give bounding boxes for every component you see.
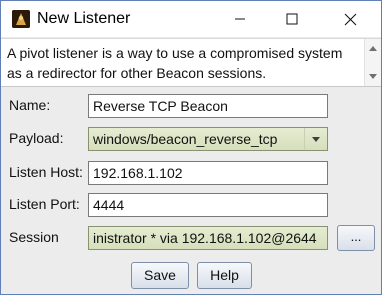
app-icon [12,10,30,28]
payload-select[interactable]: windows/beacon_reverse_tcp [88,127,328,151]
description-text: A pivot listener is a way to use a compr… [7,45,343,81]
maximize-button[interactable] [269,1,315,37]
description-scrollbar[interactable] [364,39,381,86]
session-field[interactable]: inistrator * via 192.168.1.102@2644 [88,226,328,250]
scroll-down-icon[interactable] [369,74,377,79]
maximize-icon [286,13,298,25]
minimize-icon [235,18,245,20]
close-icon [344,13,356,25]
minimize-button[interactable] [217,1,263,37]
title-bar: New Listener [1,1,381,37]
name-label: Name: [9,97,51,113]
browse-session-button[interactable]: ... [337,225,375,251]
name-input[interactable]: Reverse TCP Beacon [88,94,328,118]
scroll-up-icon[interactable] [369,46,377,51]
chevron-down-icon [312,136,320,142]
new-listener-dialog: New Listener A pivot listener is a way t… [0,0,382,295]
payload-dropdown-button[interactable] [304,128,327,150]
description-panel: A pivot listener is a way to use a compr… [1,38,381,87]
close-button[interactable] [327,1,373,37]
listen-port-input[interactable]: 4444 [88,193,328,217]
help-button[interactable]: Help [197,262,252,289]
window-title: New Listener [37,10,131,27]
listen-host-label: Listen Host: [9,164,83,180]
listen-host-input[interactable]: 192.168.1.102 [88,161,328,185]
listen-port-label: Listen Port: [9,196,80,212]
payload-selected-value: windows/beacon_reverse_tcp [93,131,278,147]
save-button[interactable]: Save [131,262,189,289]
payload-label: Payload: [9,130,64,146]
session-label: Session [9,229,59,245]
